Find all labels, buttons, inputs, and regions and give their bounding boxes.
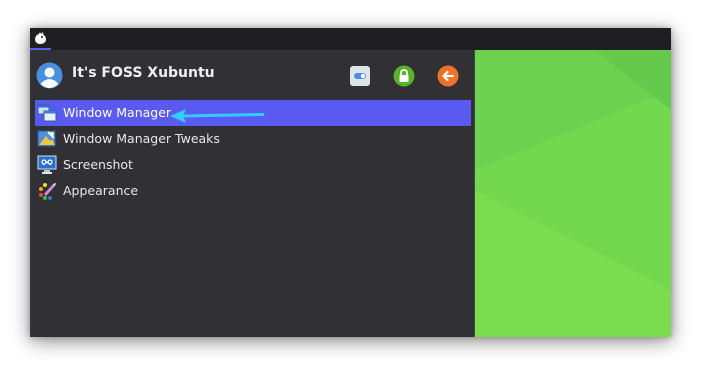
lock-icon bbox=[393, 65, 415, 87]
desktop-wallpaper bbox=[475, 50, 671, 337]
whisker-menu-icon bbox=[35, 32, 46, 44]
menu-item-screenshot[interactable]: Screenshot bbox=[35, 152, 471, 178]
user-avatar-icon bbox=[36, 62, 63, 89]
appearance-icon bbox=[37, 181, 57, 201]
menu-item-label: Appearance bbox=[63, 183, 139, 198]
window-manager-icon bbox=[37, 103, 57, 123]
top-panel bbox=[30, 28, 671, 50]
window-manager-tweaks-icon bbox=[37, 129, 57, 149]
log-out-button[interactable] bbox=[437, 65, 459, 87]
whisker-menu: It's FOSS Xubuntu Window Manager Window … bbox=[30, 50, 475, 337]
menu-item-label: Screenshot bbox=[63, 157, 133, 172]
lock-screen-button[interactable] bbox=[393, 65, 415, 87]
username: It's FOSS Xubuntu bbox=[72, 65, 215, 81]
avatar[interactable] bbox=[36, 62, 63, 89]
menu-item-appearance[interactable]: Appearance bbox=[35, 178, 471, 204]
annotation-arrow-icon bbox=[170, 109, 265, 123]
settings-toggle-icon bbox=[350, 66, 370, 86]
settings-manager-button[interactable] bbox=[349, 65, 371, 87]
menu-item-window-manager-tweaks[interactable]: Window Manager Tweaks bbox=[35, 126, 471, 152]
logout-icon bbox=[437, 65, 459, 87]
whisker-menu-button[interactable] bbox=[30, 28, 51, 50]
menu-header: It's FOSS Xubuntu bbox=[31, 50, 476, 98]
menu-item-label: Window Manager bbox=[63, 105, 172, 120]
screen: It's FOSS Xubuntu Window Manager Window … bbox=[30, 28, 671, 337]
menu-item-label: Window Manager Tweaks bbox=[63, 131, 220, 146]
screenshot-icon bbox=[37, 155, 57, 175]
wallpaper-shapes bbox=[475, 50, 671, 337]
